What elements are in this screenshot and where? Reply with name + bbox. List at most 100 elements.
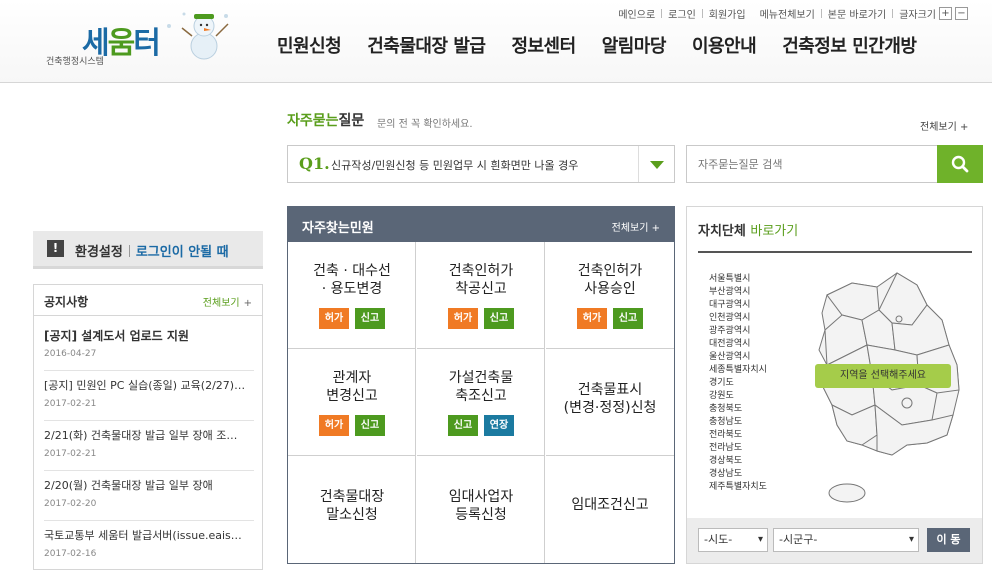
service-cell[interactable]: 건축인허가 사용승인허가 신고	[546, 242, 674, 349]
service-tag-button[interactable]: 신고	[355, 308, 385, 329]
list-item[interactable]: 2/21(화) 건축물대장 발급 일부 장애 조… 2017-02-21	[44, 421, 254, 471]
util-skip-link[interactable]: 본문 바로가기	[828, 6, 886, 21]
list-item[interactable]: 2/20(월) 건축물대장 발급 일부 장애 2017-02-20	[44, 471, 254, 521]
region-link[interactable]: 충청북도	[709, 403, 767, 416]
service-name[interactable]: 건축인허가 착공신고	[417, 262, 545, 298]
service-cell[interactable]: 건축 · 대수선 · 용도변경허가 신고	[288, 242, 416, 349]
region-link[interactable]: 경상남도	[709, 468, 767, 481]
region-link[interactable]: 서울특별시	[709, 273, 767, 286]
font-increase-button[interactable]: +	[939, 7, 952, 20]
util-login-link[interactable]: 로그인	[668, 6, 696, 21]
notice-item-title[interactable]: [공지] 설계도서 업로드 지원	[44, 327, 254, 344]
faq-search-input[interactable]	[686, 145, 938, 183]
service-tags: 허가 신고	[417, 308, 545, 329]
notice-item-date: 2017-02-16	[44, 549, 97, 559]
notice-item-date: 2017-02-21	[44, 399, 97, 409]
region-link[interactable]: 전라남도	[709, 442, 767, 455]
divider	[701, 9, 703, 18]
region-link[interactable]: 세종특별자치시	[709, 364, 767, 377]
notice-item-title[interactable]: 2/21(화) 건축물대장 발급 일부 장애 조…	[44, 427, 254, 443]
env-settings-bar[interactable]: ! 환경설정 로그인이 안될 때	[33, 231, 263, 269]
login-help-link[interactable]: 로그인이 안될 때	[136, 245, 229, 260]
notice-panel: 공지사항 전체보기 + [공지] 설계도서 업로드 지원 2016-04-27 […	[33, 284, 263, 570]
notice-item-title[interactable]: [공지] 민원인 PC 실습(종일) 교육(2/27)…	[44, 377, 254, 393]
region-link[interactable]: 인천광역시	[709, 312, 767, 325]
service-name[interactable]: 건축 · 대수선 · 용도변경	[288, 262, 416, 298]
service-tag-button[interactable]: 허가	[319, 308, 349, 329]
faq-dropdown-button[interactable]	[638, 146, 674, 182]
notice-title: 공지사항	[44, 295, 89, 309]
nav-item-building-register[interactable]: 건축물대장 발급	[367, 32, 486, 58]
nav-item-info-center[interactable]: 정보센터	[511, 32, 576, 58]
service-cell[interactable]: 임대조건신고	[546, 456, 674, 563]
region-link[interactable]: 강원도	[709, 390, 767, 403]
service-name[interactable]: 건축물표시 (변경·정정)신청	[546, 381, 674, 417]
select-region-button[interactable]: 지역을 선택해주세요	[815, 364, 951, 388]
region-link[interactable]: 제주특별자치도	[709, 481, 767, 494]
service-name[interactable]: 건축물대장 말소신청	[288, 488, 416, 524]
service-cell[interactable]: 건축물대장 말소신청	[288, 456, 416, 563]
service-name[interactable]: 임대조건신고	[546, 496, 674, 514]
util-main-link[interactable]: 메인으로	[618, 6, 655, 21]
services-more-link[interactable]: 전체보기 +	[612, 219, 660, 234]
service-tag-button[interactable]: 허가	[319, 415, 349, 436]
util-join-link[interactable]: 회원가입	[709, 6, 746, 21]
region-link[interactable]: 광주광역시	[709, 325, 767, 338]
region-link[interactable]: 경기도	[709, 377, 767, 390]
nav-item-notice-board[interactable]: 알림마당	[602, 32, 667, 58]
nav-item-civil-application[interactable]: 민원신청	[277, 32, 342, 58]
nav-item-open-data[interactable]: 건축정보 민간개방	[782, 32, 917, 58]
faq-question-text[interactable]: 신규작성/민원신청 등 민원업무 시 흰화면만 나올 경우	[331, 157, 578, 173]
faq-q-label: Q1.	[299, 154, 330, 173]
go-button[interactable]: 이 동	[927, 528, 970, 552]
notice-item-date: 2016-04-27	[44, 349, 97, 359]
notice-item-title[interactable]: 2/20(월) 건축물대장 발급 일부 장애	[44, 477, 254, 493]
region-link[interactable]: 경상북도	[709, 455, 767, 468]
local-gov-panel: 자치단체 바로가기 서울특별시 부산광역시 대구광역시 인천광역시 광주광역시 대전광역시…	[686, 206, 983, 564]
service-tag-button[interactable]: 허가	[448, 308, 478, 329]
faq-description: 문의 전 꼭 확인하세요.	[377, 119, 473, 130]
list-item[interactable]: [공지] 민원인 PC 실습(종일) 교육(2/27)… 2017-02-21	[44, 371, 254, 421]
region-link[interactable]: 충청남도	[709, 416, 767, 429]
util-sitemap-link[interactable]: 메뉴전체보기	[760, 6, 815, 21]
logo[interactable]: 세움터 건축행정시스템	[44, 6, 244, 76]
service-tag-button[interactable]: 신고	[613, 308, 643, 329]
faq-more-link[interactable]: 전체보기 +	[920, 118, 968, 133]
service-tag-button[interactable]: 신고	[448, 415, 478, 436]
service-name[interactable]: 가설건축물 축조신고	[417, 369, 545, 405]
service-cell[interactable]: 건축인허가 착공신고허가 신고	[417, 242, 545, 349]
service-tag-button[interactable]: 신고	[355, 415, 385, 436]
sido-select[interactable]: -시도-	[698, 528, 768, 552]
util-fontsize-label: 글자크기	[899, 10, 936, 21]
font-decrease-button[interactable]: −	[955, 7, 968, 20]
sigungu-select[interactable]: -시군구-	[773, 528, 919, 552]
region-link[interactable]: 대구광역시	[709, 299, 767, 312]
list-item[interactable]: 국토교통부 세움터 발급서버(issue.eais… 2017-02-16	[44, 521, 254, 571]
faq-title: 자주묻는질문	[287, 113, 365, 129]
region-link[interactable]: 부산광역시	[709, 286, 767, 299]
region-link[interactable]: 울산광역시	[709, 351, 767, 364]
region-link[interactable]: 대전광역시	[709, 338, 767, 351]
notice-item-title[interactable]: 국토교통부 세움터 발급서버(issue.eais…	[44, 527, 254, 543]
service-name[interactable]: 건축인허가 사용승인	[546, 262, 674, 298]
service-cell[interactable]: 가설건축물 축조신고신고 연장	[417, 349, 545, 456]
list-item[interactable]: [공지] 설계도서 업로드 지원 2016-04-27	[44, 321, 254, 371]
plus-icon: +	[243, 298, 252, 309]
env-settings-label[interactable]: 환경설정	[75, 245, 123, 260]
region-link[interactable]: 전라북도	[709, 429, 767, 442]
service-name[interactable]: 관계자 변경신고	[288, 369, 416, 405]
service-tag-button[interactable]: 신고	[484, 308, 514, 329]
notice-more-link[interactable]: 전체보기 +	[203, 294, 252, 309]
service-tag-button[interactable]: 연장	[484, 415, 514, 436]
logo-subtitle: 건축행정시스템	[46, 57, 104, 67]
service-cell[interactable]: 건축물표시 (변경·정정)신청	[546, 349, 674, 456]
env-settings-text: 환경설정 로그인이 안될 때	[75, 241, 229, 260]
service-cell[interactable]: 임대사업자 등록신청	[417, 456, 545, 563]
service-name[interactable]: 임대사업자 등록신청	[417, 488, 545, 524]
service-cell[interactable]: 관계자 변경신고허가 신고	[288, 349, 416, 456]
nav-item-guide[interactable]: 이용안내	[692, 32, 757, 58]
faq-rolling-box[interactable]: Q1. 신규작성/민원신청 등 민원업무 시 흰화면만 나올 경우	[287, 145, 675, 183]
services-header: 자주찾는민원 전체보기 +	[288, 207, 674, 242]
faq-search-button[interactable]	[937, 145, 983, 183]
service-tag-button[interactable]: 허가	[577, 308, 607, 329]
